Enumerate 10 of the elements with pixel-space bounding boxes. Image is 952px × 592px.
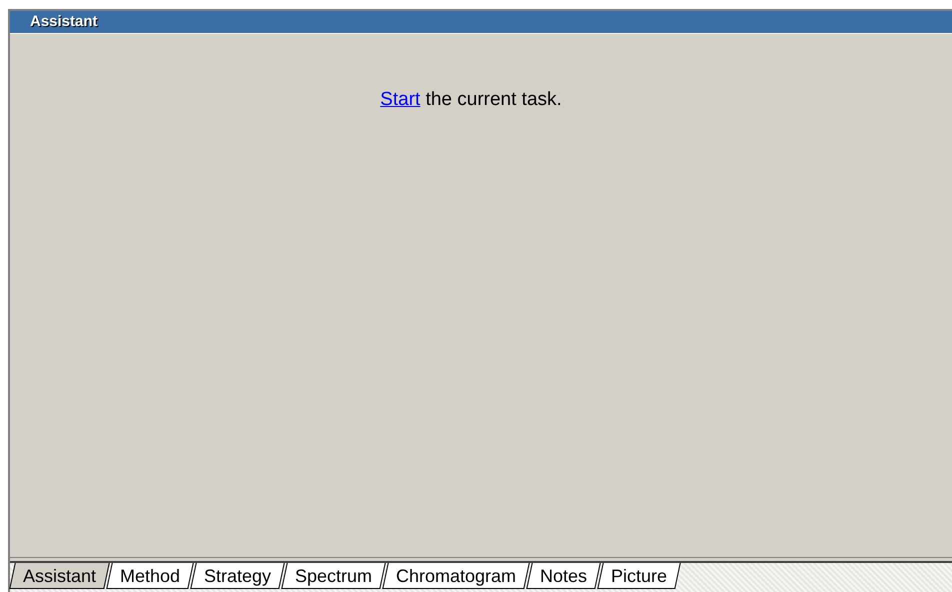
message-text: the current task. (424, 89, 562, 110)
tab[interactable]: Strategy (190, 563, 285, 589)
tab[interactable]: Chromatogram (382, 563, 530, 589)
start-link[interactable]: Start (380, 89, 420, 110)
tab[interactable]: Spectrum (281, 563, 386, 589)
panel-title: Assistant (30, 12, 98, 32)
tab[interactable]: Picture (597, 563, 682, 589)
tab[interactable]: Notes (526, 563, 601, 589)
tab[interactable]: Assistant (9, 563, 110, 589)
tab[interactable]: Method (106, 563, 194, 589)
